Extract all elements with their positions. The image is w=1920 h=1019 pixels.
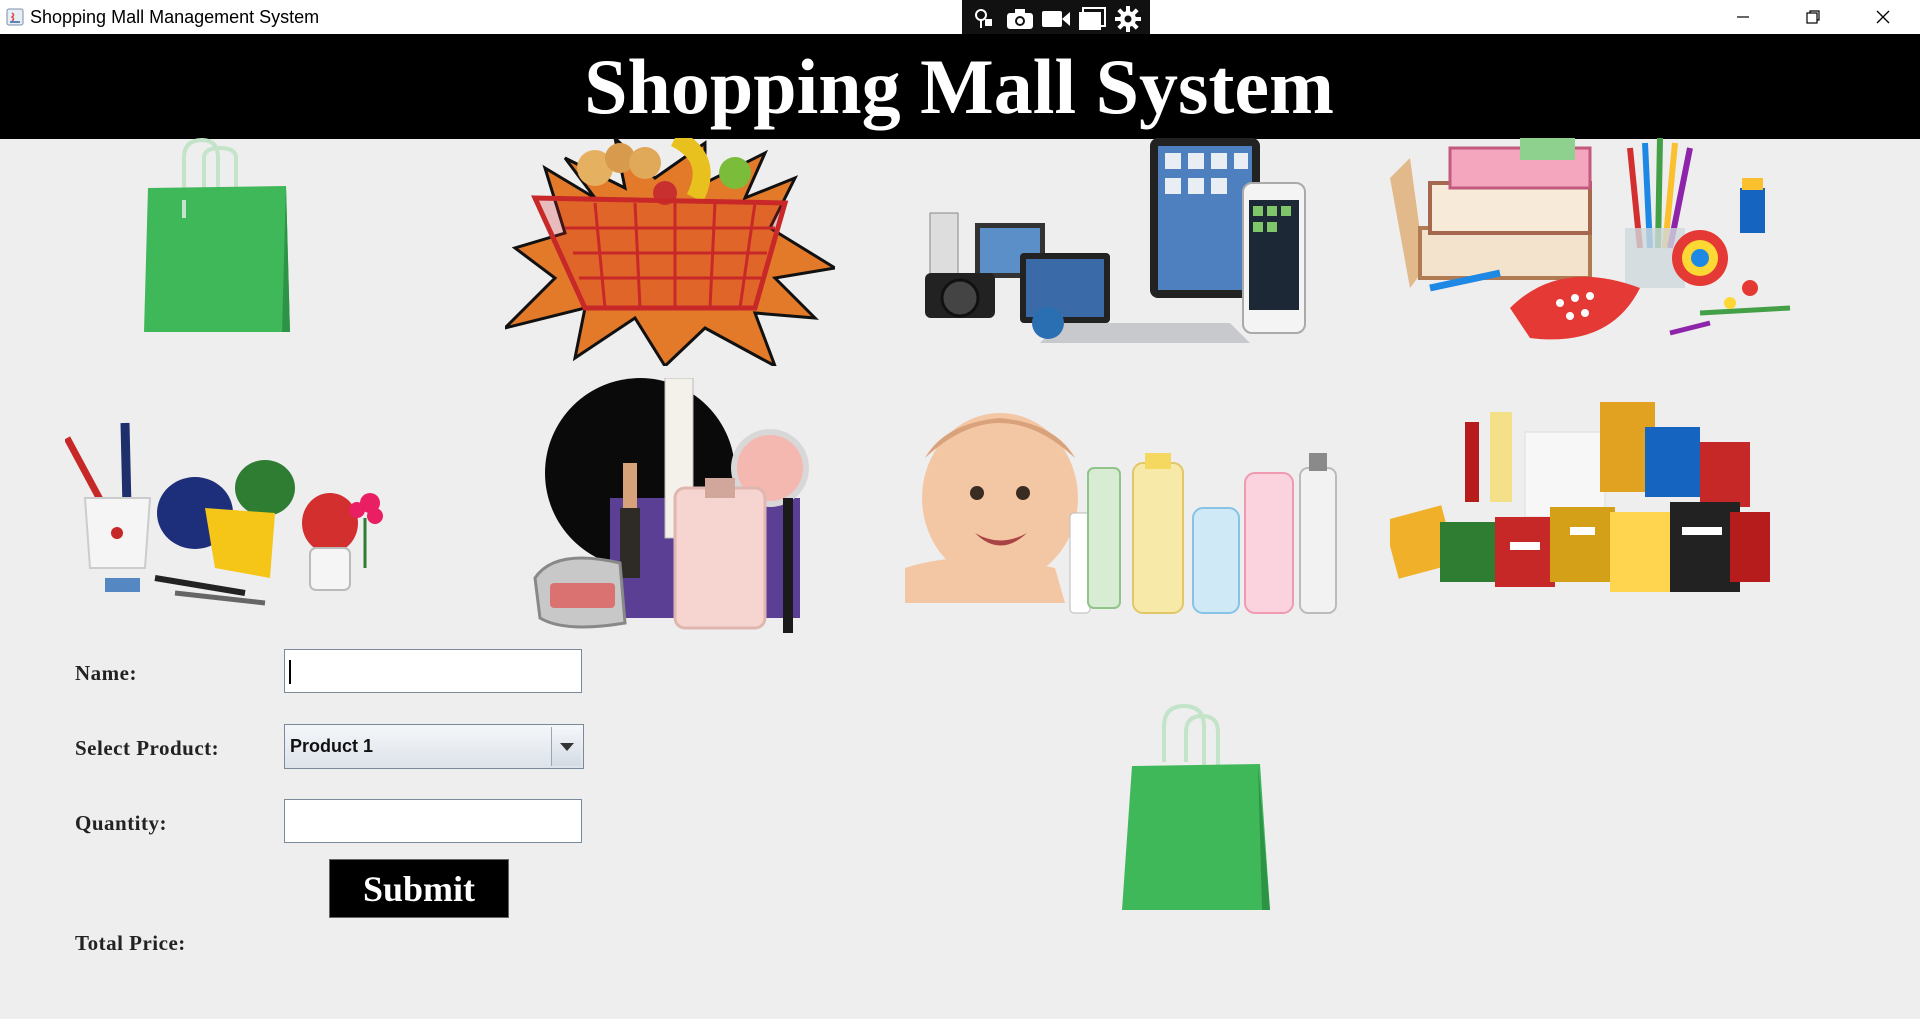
window-icon[interactable] [1077,4,1107,34]
java-app-icon [6,8,24,26]
settings-icon[interactable] [1113,4,1143,34]
pin-icon[interactable] [969,4,999,34]
chevron-down-icon [559,742,574,751]
baby-products-image [905,413,1337,614]
close-button[interactable] [1848,0,1918,34]
electronics-image [925,138,1306,343]
camera-icon[interactable] [1005,4,1035,34]
product-select[interactable]: Product 1 [284,724,584,769]
grocery-basket-image [505,138,835,366]
quantity-label: Quantity: [75,811,168,835]
name-input[interactable] [284,649,582,693]
text-caret [289,660,291,684]
minimize-icon [1737,16,1749,18]
product-label: Select Product: [75,736,220,760]
snacks-image [1390,402,1770,592]
quantity-input[interactable] [284,799,582,843]
dropdown-arrow-button[interactable] [551,727,581,766]
stationery-image [1390,138,1791,340]
window-titlebar: Shopping Mall Management System [0,0,1920,38]
restore-button[interactable] [1778,0,1848,34]
minimize-button[interactable] [1708,0,1778,34]
window-title: Shopping Mall Management System [30,7,320,27]
shopping-bag-image [144,138,290,332]
name-label: Name: [75,661,137,685]
submit-button[interactable]: Submit [329,859,509,918]
shopping-bag-image-2 [1122,703,1270,910]
product-select-value: Product 1 [290,736,374,756]
page-title: Shopping Mall System [584,42,1334,130]
app-header: Shopping Mall System [0,34,1920,139]
restore-icon [1806,10,1820,24]
total-price-label: Total Price: [75,931,186,955]
close-icon [1876,10,1890,24]
promotional-gifts-image [65,422,383,606]
cosmetics-image [533,378,809,633]
screen-recorder-toolbar [962,0,1150,38]
video-icon[interactable] [1041,4,1071,34]
